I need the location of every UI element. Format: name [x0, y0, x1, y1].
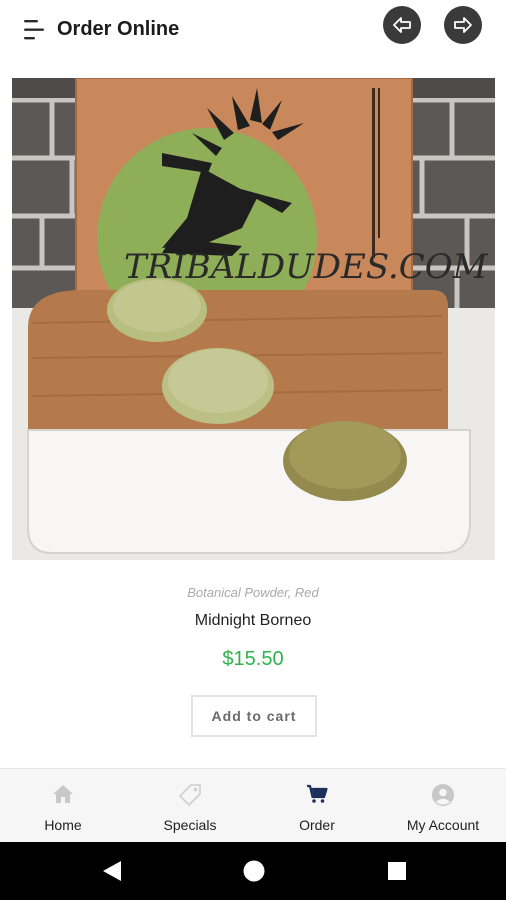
back-button[interactable] — [383, 6, 421, 44]
arrow-right-icon — [454, 17, 472, 33]
forward-button[interactable] — [444, 6, 482, 44]
android-home-icon[interactable] — [242, 859, 266, 883]
account-icon — [432, 784, 454, 806]
product-price: $15.50 — [222, 648, 284, 670]
nav-item-my-account[interactable]: My Account — [393, 769, 493, 843]
arrow-left-icon — [393, 17, 411, 33]
tag-icon — [179, 784, 201, 806]
page-title: Order Online — [57, 18, 180, 40]
add-to-cart-button[interactable]: Add to cart — [191, 695, 317, 737]
nav-label-home: Home — [44, 817, 82, 833]
product-image[interactable]: TRIBALDUDES.COM — [12, 78, 495, 560]
bottom-nav: Home Specials Order My Account — [0, 768, 506, 842]
android-back-icon[interactable] — [101, 859, 123, 883]
system-nav-bar — [0, 842, 506, 900]
product-name[interactable]: Midnight Borneo — [0, 612, 506, 630]
cart-icon — [307, 784, 328, 803]
product-categories[interactable]: Botanical Powder, Red — [0, 585, 506, 600]
menu-icon[interactable] — [22, 17, 48, 43]
home-icon — [53, 785, 73, 803]
nav-item-order[interactable]: Order — [267, 769, 367, 843]
image-brand-text: TRIBALDUDES.COM — [124, 247, 489, 287]
app-header: Order Online — [0, 0, 506, 62]
nav-label-order: Order — [299, 817, 335, 833]
android-recents-icon[interactable] — [386, 859, 408, 883]
nav-item-specials[interactable]: Specials — [140, 769, 240, 843]
nav-item-home[interactable]: Home — [13, 769, 113, 843]
nav-label-specials: Specials — [163, 817, 217, 833]
nav-label-my-account: My Account — [406, 817, 480, 833]
